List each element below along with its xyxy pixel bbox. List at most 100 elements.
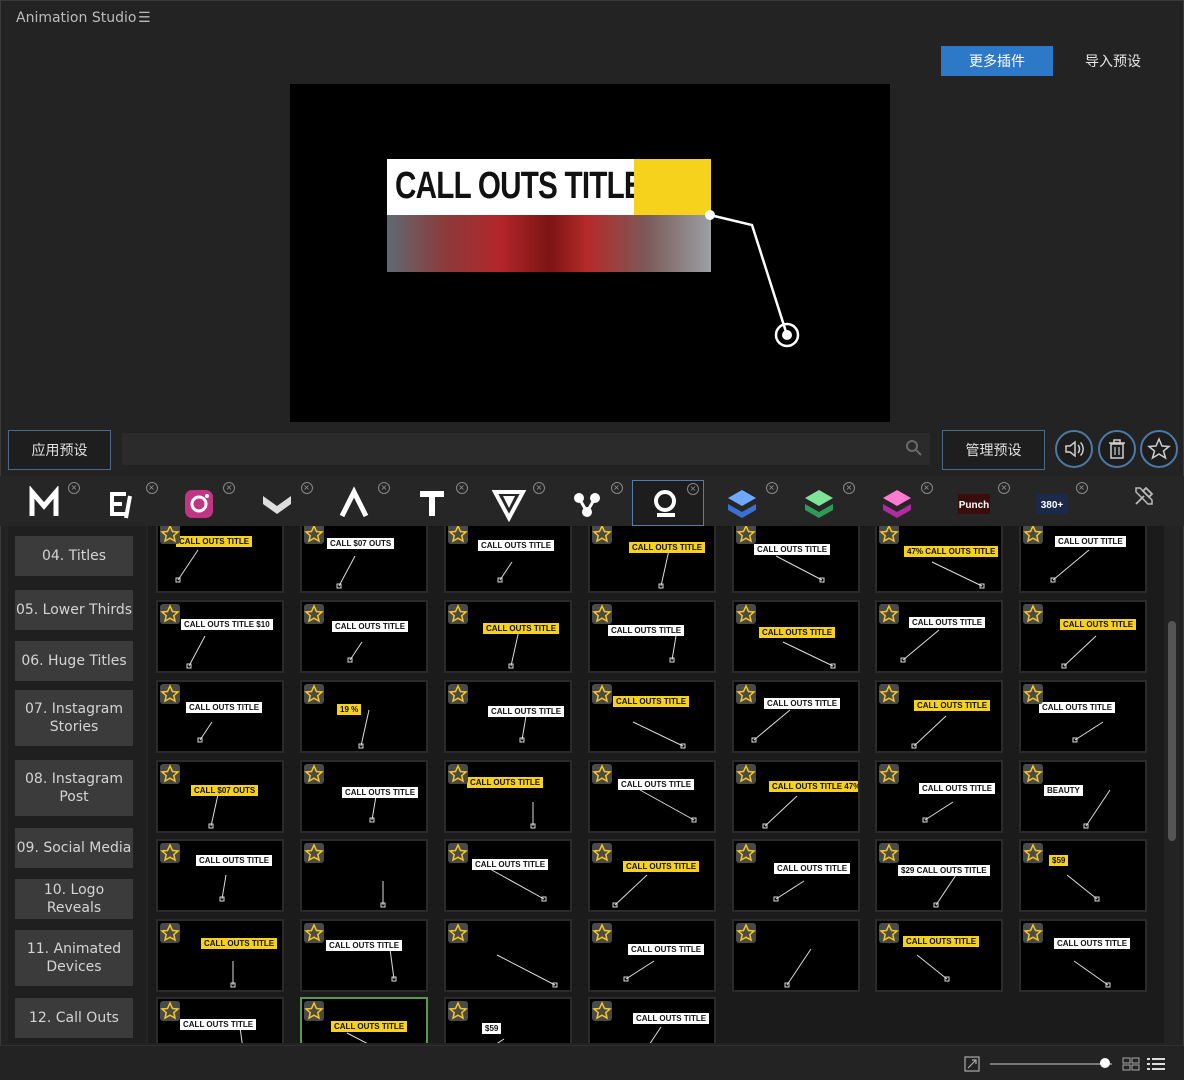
close-plugin-icon[interactable]: × bbox=[920, 482, 933, 494]
star-icon[interactable] bbox=[736, 923, 756, 943]
close-plugin-icon[interactable]: × bbox=[765, 482, 778, 494]
close-plugin-icon[interactable]: × bbox=[223, 482, 235, 494]
zoom-slider-handle[interactable] bbox=[1099, 1058, 1110, 1068]
preset-tile[interactable]: CALL OUTS TITLE bbox=[156, 919, 284, 992]
preset-tile[interactable]: CALL OUTS TITLE bbox=[1019, 919, 1147, 992]
preset-tile[interactable]: CALL OUTS TITLE bbox=[875, 600, 1003, 673]
preset-tile[interactable]: CALL OUTS TITLE bbox=[875, 760, 1003, 833]
delete-button[interactable] bbox=[1098, 430, 1136, 468]
star-icon[interactable] bbox=[592, 764, 612, 784]
preset-tile[interactable]: CALL OUTS TITLE bbox=[588, 997, 716, 1043]
star-icon[interactable] bbox=[160, 1001, 180, 1021]
close-plugin-icon[interactable]: × bbox=[533, 482, 545, 494]
preset-tile[interactable]: $29 CALL OUTS TITLE bbox=[875, 839, 1003, 912]
star-icon[interactable] bbox=[304, 604, 324, 624]
category-item[interactable]: 10. Logo Reveals bbox=[15, 879, 133, 919]
star-icon[interactable] bbox=[160, 604, 180, 624]
star-icon[interactable] bbox=[1023, 604, 1043, 624]
preset-tile[interactable]: CALL OUTS TITLE bbox=[588, 839, 716, 912]
close-plugin-icon[interactable]: × bbox=[378, 482, 390, 494]
preset-tile[interactable]: CALL OUTS TITLE bbox=[875, 680, 1003, 753]
star-icon[interactable] bbox=[879, 604, 899, 624]
preset-tile[interactable]: CALL OUTS TITLE bbox=[444, 760, 572, 833]
preset-tile[interactable]: CALL OUTS TITLE bbox=[300, 919, 428, 992]
star-icon[interactable] bbox=[879, 684, 899, 704]
preset-tile[interactable] bbox=[732, 919, 860, 992]
star-icon[interactable] bbox=[1023, 764, 1043, 784]
plugin-tab-pink-stack[interactable]: × bbox=[865, 480, 937, 526]
preset-tile[interactable]: CALL OUTS TITLE bbox=[875, 919, 1003, 992]
preset-tile[interactable]: BEAUTY bbox=[1019, 760, 1147, 833]
star-icon[interactable] bbox=[592, 684, 612, 704]
star-icon[interactable] bbox=[160, 843, 180, 863]
preset-tile[interactable]: CALL OUTS TITLE bbox=[1019, 680, 1147, 753]
preset-tile[interactable]: CALL OUTS TITLE $10 bbox=[156, 600, 284, 673]
star-icon[interactable] bbox=[304, 1001, 324, 1021]
category-item[interactable]: 04. Titles bbox=[15, 536, 133, 576]
star-icon[interactable] bbox=[592, 526, 612, 544]
preset-tile[interactable]: CALL OUTS TITLE bbox=[156, 839, 284, 912]
preset-tile[interactable]: CALL OUTS TITLE bbox=[588, 600, 716, 673]
grid-view-icon[interactable] bbox=[1122, 1056, 1140, 1072]
star-icon[interactable] bbox=[1023, 843, 1043, 863]
plugin-tab-molecule[interactable]: × bbox=[555, 480, 627, 526]
more-plugins-button[interactable]: 更多插件 bbox=[941, 46, 1053, 76]
category-item[interactable]: 12. Call Outs bbox=[15, 998, 133, 1038]
star-icon[interactable] bbox=[592, 1001, 612, 1021]
plugin-tab-chevron[interactable]: × bbox=[245, 480, 317, 526]
star-icon[interactable] bbox=[736, 843, 756, 863]
preset-tile[interactable]: $59 bbox=[444, 997, 572, 1043]
favorite-button[interactable] bbox=[1140, 430, 1178, 468]
import-preset-button[interactable]: 导入预设 bbox=[1070, 46, 1156, 76]
star-icon[interactable] bbox=[879, 764, 899, 784]
star-icon[interactable] bbox=[304, 684, 324, 704]
star-icon[interactable] bbox=[592, 604, 612, 624]
preset-tile[interactable]: CALL OUTS TITLE bbox=[732, 839, 860, 912]
preset-tile[interactable]: CALL $07 OUTS bbox=[156, 760, 284, 833]
list-view-icon[interactable] bbox=[1146, 1056, 1166, 1072]
star-icon[interactable] bbox=[304, 764, 324, 784]
preset-tile[interactable]: CALL OUTS TITLE bbox=[156, 526, 284, 593]
close-plugin-icon[interactable]: × bbox=[687, 483, 699, 495]
sound-button[interactable] bbox=[1055, 430, 1093, 468]
star-icon[interactable] bbox=[1023, 526, 1043, 544]
star-icon[interactable] bbox=[879, 843, 899, 863]
star-icon[interactable] bbox=[160, 923, 180, 943]
star-icon[interactable] bbox=[304, 526, 324, 544]
plugin-tab-380-[interactable]: 380+ × bbox=[1020, 480, 1092, 526]
preset-tile[interactable]: CALL OUTS TITLE bbox=[1019, 600, 1147, 673]
plugin-tab-v[interactable]: × bbox=[477, 480, 549, 526]
apply-preset-button[interactable]: 应用预设 bbox=[8, 430, 111, 470]
close-plugin-icon[interactable]: × bbox=[145, 482, 158, 494]
category-item[interactable]: 05. Lower Thirds bbox=[15, 590, 133, 630]
preset-tile[interactable]: CALL $07 OUTS bbox=[300, 526, 428, 593]
plugin-tab-instagram[interactable]: × bbox=[167, 480, 239, 526]
preset-tile[interactable]: CALL OUTS TITLE bbox=[444, 526, 572, 593]
preset-tile[interactable]: CALL OUTS TITLE bbox=[732, 600, 860, 673]
preset-tile[interactable] bbox=[300, 839, 428, 912]
close-plugin-icon[interactable]: × bbox=[843, 482, 855, 494]
plugin-tab-e7[interactable]: × bbox=[90, 480, 162, 526]
close-plugin-icon[interactable]: × bbox=[455, 482, 468, 494]
preset-tile[interactable] bbox=[444, 919, 572, 992]
preset-tile[interactable]: CALL OUTS TITLE bbox=[588, 680, 716, 753]
preset-tile[interactable]: CALL OUTS TITLE bbox=[732, 680, 860, 753]
preset-tile[interactable]: CALL OUT TITLE bbox=[1019, 526, 1147, 593]
star-icon[interactable] bbox=[160, 764, 180, 784]
star-icon[interactable] bbox=[736, 526, 756, 544]
star-icon[interactable] bbox=[592, 923, 612, 943]
star-icon[interactable] bbox=[448, 764, 468, 784]
star-icon[interactable] bbox=[1023, 923, 1043, 943]
star-icon[interactable] bbox=[448, 604, 468, 624]
category-item[interactable]: 06. Huge Titles bbox=[15, 641, 133, 681]
star-icon[interactable] bbox=[736, 764, 756, 784]
star-icon[interactable] bbox=[448, 526, 468, 544]
plugin-tab-m[interactable]: × bbox=[12, 480, 84, 526]
category-item[interactable]: 08. Instagram Post bbox=[15, 760, 133, 816]
star-icon[interactable] bbox=[879, 923, 899, 943]
star-icon[interactable] bbox=[448, 1001, 468, 1021]
preset-tile[interactable]: 19 % bbox=[300, 680, 428, 753]
category-item[interactable]: 09. Social Media bbox=[15, 828, 133, 868]
star-icon[interactable] bbox=[736, 604, 756, 624]
plugin-tab-t[interactable]: × bbox=[400, 480, 472, 526]
